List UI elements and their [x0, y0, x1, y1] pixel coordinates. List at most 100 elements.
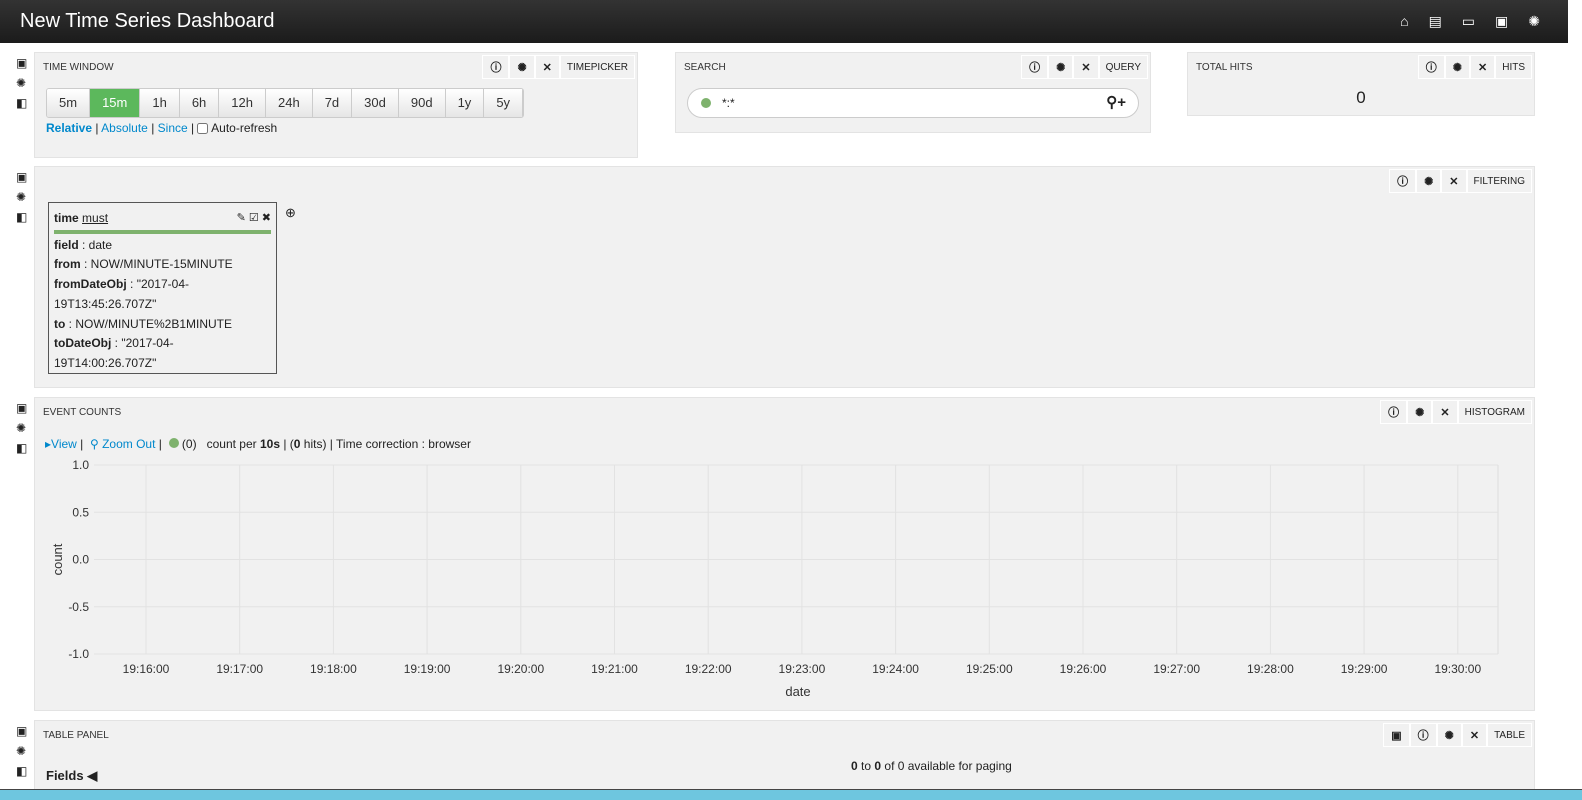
row-settings-icon[interactable]: ✺ — [16, 76, 27, 90]
timepicker-panel: TIME WINDOW ⓘ ✺ ✕ TIMEPICKER 5m 15m 1h 6h 12h 24… — [34, 52, 638, 158]
save-icon[interactable]: ▣ — [1383, 723, 1410, 747]
close-icon[interactable]: ✕ — [534, 55, 560, 79]
chevron-left-icon: ◀ — [87, 768, 98, 783]
collapse-row-icon[interactable]: ▣ — [16, 401, 27, 415]
table-panel: TABLE PANEL ▣ ⓘ ✺ ✕ TABLE Fields ◀ 0 to 0 of… — [34, 720, 1535, 795]
x-tick-label: 19:27:00 — [1153, 662, 1200, 676]
filter-mandate[interactable]: must — [82, 211, 108, 225]
filter-card: time must ✎ ☑ ✖ field : date from : NOW/M… — [48, 202, 277, 374]
add-panel-icon[interactable]: ◧ — [16, 210, 27, 224]
collapse-row-icon[interactable]: ▣ — [16, 724, 27, 738]
y-tick-label: 0.0 — [72, 553, 89, 567]
collapse-row-icon[interactable]: ▣ — [16, 56, 27, 70]
filter-line: field : date — [54, 237, 113, 252]
x-tick-label: 19:18:00 — [310, 662, 357, 676]
x-tick-label: 19:19:00 — [404, 662, 451, 676]
gear-icon[interactable]: ✺ — [1048, 55, 1074, 79]
filter-line: from : NOW/MINUTE-15MINUTE — [54, 257, 233, 272]
range-button-1y[interactable]: 1y — [445, 89, 485, 117]
dashboard-title: New Time Series Dashboard — [20, 10, 275, 32]
close-icon[interactable]: ✕ — [1470, 55, 1496, 79]
folder-open-icon[interactable]: ▭ — [1462, 13, 1475, 30]
x-tick-label: 19:30:00 — [1434, 662, 1481, 676]
x-tick-label: 19:21:00 — [591, 662, 638, 676]
edit-filter-icon[interactable]: ✎ — [237, 212, 246, 224]
range-button-5m[interactable]: 5m — [47, 89, 91, 117]
row-settings-icon[interactable]: ✺ — [16, 744, 27, 758]
toggle-filter-icon[interactable]: ☑ — [249, 212, 259, 224]
paging-info: 0 to 0 of 0 available for paging — [851, 759, 1012, 773]
filter-line: 19T13:45:26.707Z" — [54, 296, 157, 311]
top-navbar: New Time Series Dashboard ⌂ ▤ ▭ ▣ ✺ — [0, 0, 1568, 43]
search-add-icon[interactable]: ⚲+ — [1106, 93, 1126, 111]
since-link[interactable]: Since — [158, 121, 188, 135]
range-button-12h[interactable]: 12h — [219, 89, 266, 117]
x-axis-label: date — [785, 684, 810, 699]
row-settings-icon[interactable]: ✺ — [16, 421, 27, 435]
x-tick-label: 19:22:00 — [685, 662, 732, 676]
range-button-7d[interactable]: 7d — [312, 89, 353, 117]
range-button-6h[interactable]: 6h — [179, 89, 220, 117]
add-filter-icon[interactable]: ⊕ — [285, 205, 296, 221]
info-icon[interactable]: ⓘ — [1389, 169, 1417, 193]
query-text[interactable]: *:* — [722, 96, 735, 110]
absolute-link[interactable]: Absolute — [101, 121, 148, 135]
range-button-5y[interactable]: 5y — [484, 89, 524, 117]
close-icon[interactable]: ✕ — [1441, 169, 1467, 193]
auto-refresh-checkbox[interactable] — [197, 123, 209, 135]
x-tick-label: 19:16:00 — [123, 662, 170, 676]
add-panel-icon[interactable]: ◧ — [16, 441, 27, 455]
home-icon[interactable]: ⌂ — [1400, 13, 1408, 30]
info-icon[interactable]: ⓘ — [1417, 55, 1445, 79]
y-tick-label: -1.0 — [68, 647, 89, 661]
query-color-dot[interactable] — [701, 98, 711, 108]
panel-title: TABLE PANEL — [43, 730, 109, 741]
file-icon[interactable]: ▤ — [1429, 13, 1442, 30]
histogram-chart[interactable]: 1.0 0.5 0.0 -0.5 -1.0 19:16:00 19:17:00 19:18:0… — [35, 398, 1536, 712]
add-panel-icon[interactable]: ◧ — [16, 96, 27, 110]
info-icon[interactable]: ⓘ — [482, 55, 510, 79]
filtering-panel: ⓘ ✺ ✕ FILTERING time must ✎ ☑ ✖ field : dat… — [34, 166, 1535, 388]
close-icon[interactable]: ✕ — [1461, 723, 1488, 747]
info-icon[interactable]: ⓘ — [1409, 723, 1437, 747]
range-button-90d[interactable]: 90d — [398, 89, 446, 117]
add-panel-icon[interactable]: ◧ — [16, 764, 27, 778]
total-hits-value: 0 — [1356, 88, 1366, 107]
row-controls: ▣ ✺ ◧ — [16, 724, 27, 778]
range-button-1h[interactable]: 1h — [140, 89, 180, 117]
query-input[interactable]: *:* ⚲+ — [687, 88, 1139, 118]
x-tick-label: 19:24:00 — [872, 662, 919, 676]
row-controls: ▣ ✺ ◧ — [16, 401, 27, 455]
range-button-15m[interactable]: 15m — [90, 89, 141, 117]
auto-refresh-label: Auto-refresh — [211, 121, 278, 135]
range-button-30d[interactable]: 30d — [352, 89, 399, 117]
x-tick-label: 19:26:00 — [1060, 662, 1107, 676]
panel-type-label: HITS — [1495, 55, 1532, 79]
row-settings-icon[interactable]: ✺ — [16, 190, 27, 204]
gear-icon[interactable]: ✺ — [1444, 55, 1470, 79]
range-button-24h[interactable]: 24h — [266, 89, 313, 117]
gear-icon[interactable]: ✺ — [1528, 13, 1540, 30]
panel-title: TIME WINDOW — [43, 62, 114, 73]
fields-toggle[interactable]: Fields ◀ — [46, 768, 97, 784]
row-controls: ▣ ✺ ◧ — [16, 170, 27, 224]
panel-title: SEARCH — [684, 62, 726, 73]
x-tick-label: 19:23:00 — [779, 662, 826, 676]
remove-filter-icon[interactable]: ✖ — [262, 212, 271, 224]
collapse-row-icon[interactable]: ▣ — [16, 170, 27, 184]
x-tick-label: 19:28:00 — [1247, 662, 1294, 676]
relative-link[interactable]: Relative — [46, 121, 92, 135]
panel-type-label: QUERY — [1098, 55, 1148, 79]
gear-icon[interactable]: ✺ — [509, 55, 535, 79]
panel-type-label: FILTERING — [1466, 169, 1532, 193]
close-icon[interactable]: ✕ — [1073, 55, 1099, 79]
save-icon[interactable]: ▣ — [1495, 13, 1508, 30]
gear-icon[interactable]: ✺ — [1436, 723, 1462, 747]
filter-line: fromDateObj : "2017-04- — [54, 277, 189, 292]
gear-icon[interactable]: ✺ — [1416, 169, 1442, 193]
info-icon[interactable]: ⓘ — [1021, 55, 1049, 79]
query-panel: SEARCH ⓘ ✺ ✕ QUERY *:* ⚲+ — [675, 52, 1151, 133]
histogram-panel: EVENT COUNTS ⓘ ✺ ✕ HISTOGRAM ▸View | ⚲ Zoom… — [34, 397, 1535, 711]
y-tick-label: -0.5 — [68, 600, 89, 614]
x-tick-label: 19:20:00 — [497, 662, 544, 676]
